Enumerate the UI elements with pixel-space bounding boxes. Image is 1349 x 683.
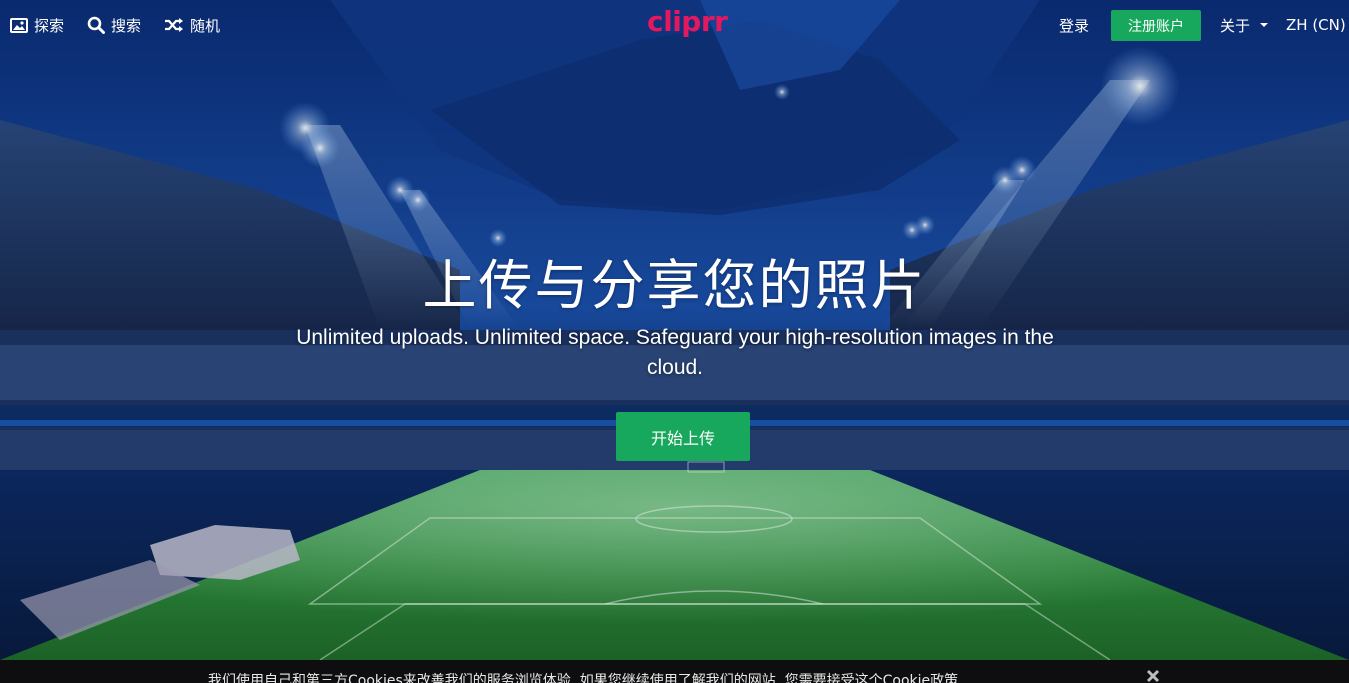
- nav-search[interactable]: 搜索: [87, 12, 141, 38]
- language-label: ZH (CN): [1286, 16, 1346, 34]
- close-icon[interactable]: [1146, 669, 1160, 683]
- site-logo[interactable]: cliprr: [647, 5, 728, 38]
- nav-explore-label: 探索: [34, 16, 65, 35]
- shuffle-icon: [164, 17, 184, 33]
- hero-subtitle: Unlimited uploads. Unlimited space. Safe…: [296, 326, 1054, 379]
- page: 探索 搜索 随机 cliprr 登录 注册账户 关于 ZH (CN) 上传与分享…: [0, 0, 1349, 683]
- nav-random[interactable]: 随机: [164, 12, 220, 38]
- about-dropdown[interactable]: 关于: [1220, 12, 1269, 38]
- login-link[interactable]: 登录: [1059, 12, 1089, 38]
- hero-title: 上传与分享您的照片: [422, 254, 927, 317]
- caret-down-icon: [1260, 23, 1269, 27]
- nav-random-label: 随机: [190, 16, 221, 35]
- start-upload-button[interactable]: 开始上传: [616, 412, 750, 461]
- about-label: 关于: [1220, 16, 1251, 35]
- nav-explore[interactable]: 探索: [10, 12, 64, 38]
- top-navbar: 探索 搜索 随机 cliprr 登录 注册账户 关于 ZH (CN): [0, 0, 1349, 50]
- search-icon: [87, 16, 105, 34]
- cookie-banner: 我们使用自己和第三方Cookies来改善我们的服务浏览体验. 如果您继续使用了解…: [0, 660, 1349, 683]
- language-selector[interactable]: ZH (CN): [1286, 12, 1346, 38]
- signup-button[interactable]: 注册账户: [1111, 10, 1201, 41]
- login-label: 登录: [1059, 16, 1090, 35]
- cookie-notice-text: 我们使用自己和第三方Cookies来改善我们的服务浏览体验. 如果您继续使用了解…: [208, 673, 959, 683]
- image-icon: [10, 17, 28, 33]
- nav-search-label: 搜索: [111, 16, 142, 35]
